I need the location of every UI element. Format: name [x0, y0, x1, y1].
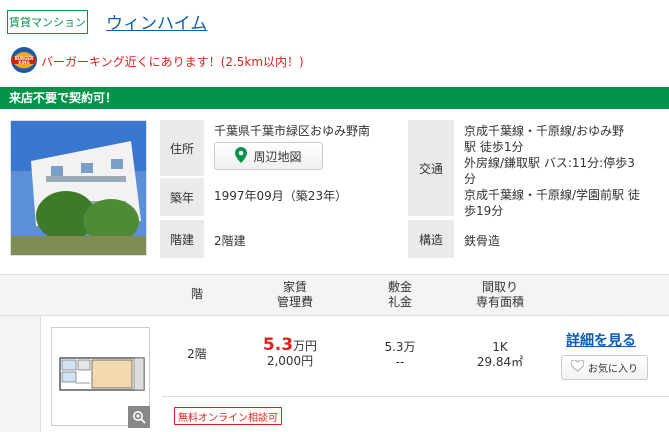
row-divider [162, 396, 669, 397]
address-value: 千葉県千葉市緑区おゆみ野南 [214, 124, 371, 138]
map-button[interactable]: 周辺地図 [214, 142, 323, 170]
transport-line: 外房線/鎌取駅 バス:11分:停歩3 [464, 156, 635, 170]
row-layout: 1K 29.84㎡ [465, 340, 535, 370]
header-floor: 階 [190, 287, 203, 301]
no-visit-banner: 来店不要で契約可！ [0, 87, 669, 109]
detail-link[interactable]: 詳細を見る [566, 330, 636, 350]
property-type-badge: 賃貸マンション [7, 10, 88, 34]
floors-value: 2階建 [214, 234, 246, 248]
transport-line: 分 [464, 172, 477, 186]
structure-label: 構造 [408, 220, 454, 258]
deposit-value: 5.3万 [384, 340, 416, 354]
key-money-value: -- [395, 355, 405, 369]
area-value: 29.84㎡ [476, 355, 524, 369]
burger-king-logo: BURGER KING [10, 46, 38, 74]
row-deposit: 5.3万 -- [370, 340, 430, 370]
rent-unit: 万円 [293, 339, 318, 353]
zoom-icon[interactable] [128, 406, 150, 428]
management-fee: 2,000円 [266, 354, 314, 368]
layout-value: 1K [492, 340, 508, 354]
transport-line: 歩19分 [464, 204, 504, 218]
address-label: 住所 [160, 120, 204, 176]
transport-line: 京成千葉線・千原線/おゆみ野 [464, 124, 625, 138]
row-rent: 5.3万円 2,000円 [245, 335, 335, 369]
built-value: 1997年09月（築23年） [214, 189, 348, 203]
transport-value: 京成千葉線・千原線/おゆみ野 駅 徒歩1分 外房線/鎌取駅 バス:11分:停歩3… [464, 123, 664, 219]
heart-icon [570, 359, 585, 375]
favorite-button[interactable]: お気に入り [561, 355, 648, 380]
favorite-button-label: お気に入り [588, 364, 638, 375]
property-title-link[interactable]: ウィンハイム [106, 9, 207, 34]
built-label: 築年 [160, 178, 204, 216]
header-area-label: 専有面積 [475, 295, 524, 309]
floors-label: 階建 [160, 220, 204, 258]
header-layout: 間取り 専有面積 [465, 280, 535, 310]
header-layout-label: 間取り [481, 280, 518, 294]
promo-text: バーガーキング近くにあります！(2.5km以内！) [41, 55, 304, 69]
svg-text:KING: KING [18, 60, 29, 65]
header-key-money-label: 礼金 [387, 295, 412, 309]
map-pin-icon [235, 146, 248, 166]
transport-label: 交通 [408, 120, 454, 216]
row-floor: 2階 [187, 347, 207, 361]
room-table-header [0, 274, 669, 316]
map-button-label: 周辺地図 [253, 149, 302, 164]
header-rent: 家賃 管理費 [265, 280, 325, 310]
row-select-cell [0, 316, 41, 432]
rent-amount: 5.3 [262, 335, 294, 355]
online-consultation-badge: 無料オンライン相談可 [174, 407, 282, 425]
header-deposit-label: 敷金 [387, 280, 412, 294]
header-fee-label: 管理費 [276, 295, 313, 309]
transport-line: 京成千葉線・千原線/学園前駅 徒 [464, 188, 640, 202]
transport-line: 駅 徒歩1分 [464, 140, 524, 154]
header-rent-label: 家賃 [282, 280, 307, 294]
structure-value: 鉄骨造 [464, 234, 501, 248]
building-photo[interactable] [10, 120, 147, 256]
header-deposit: 敷金 礼金 [370, 280, 430, 310]
